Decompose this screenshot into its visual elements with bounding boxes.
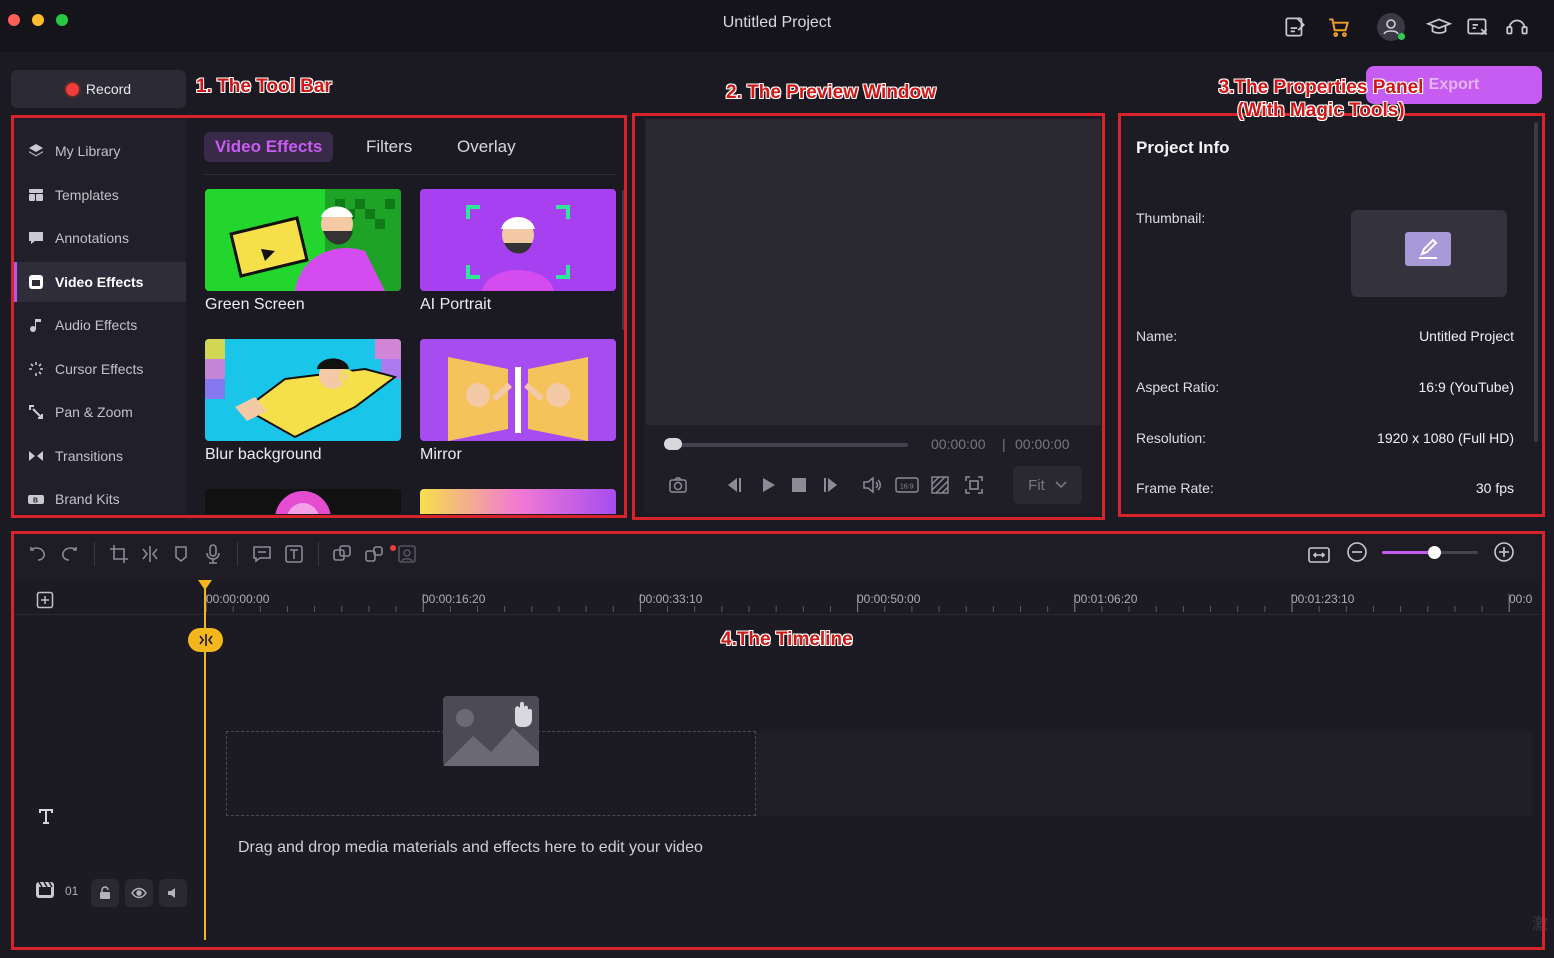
annotation-box-timeline bbox=[11, 531, 1545, 950]
annotation-label-preview: 2. The Preview Window bbox=[726, 82, 936, 103]
annotation-label-timeline: 4.The Timeline bbox=[721, 629, 853, 650]
annotation-label-properties: 3.The Properties Panel (With Magic Tools… bbox=[1206, 76, 1436, 122]
annotation-box-toolbar bbox=[11, 115, 627, 518]
support-icon[interactable] bbox=[1504, 14, 1530, 40]
cart-icon[interactable] bbox=[1326, 14, 1352, 40]
annotation-label-properties-line1: 3.The Properties Panel bbox=[1218, 77, 1424, 98]
annotation-label-properties-line2: (With Magic Tools) bbox=[1237, 100, 1405, 121]
annotation-box-properties bbox=[1118, 113, 1545, 517]
record-button[interactable]: Record bbox=[11, 70, 186, 108]
window-title: Untitled Project bbox=[722, 14, 832, 31]
tutorial-icon[interactable] bbox=[1426, 14, 1452, 40]
avatar[interactable] bbox=[1377, 13, 1405, 41]
annotation-box-preview bbox=[632, 113, 1105, 520]
subtitle-icon[interactable] bbox=[1465, 14, 1491, 40]
export-button-label: Export bbox=[1428, 76, 1480, 93]
record-button-label: Record bbox=[85, 81, 132, 97]
record-dot-icon bbox=[65, 82, 79, 96]
annotation-label-toolbar: 1. The Tool Bar bbox=[196, 76, 332, 97]
online-status-icon bbox=[1398, 33, 1405, 40]
feedback-icon[interactable] bbox=[1282, 14, 1308, 40]
